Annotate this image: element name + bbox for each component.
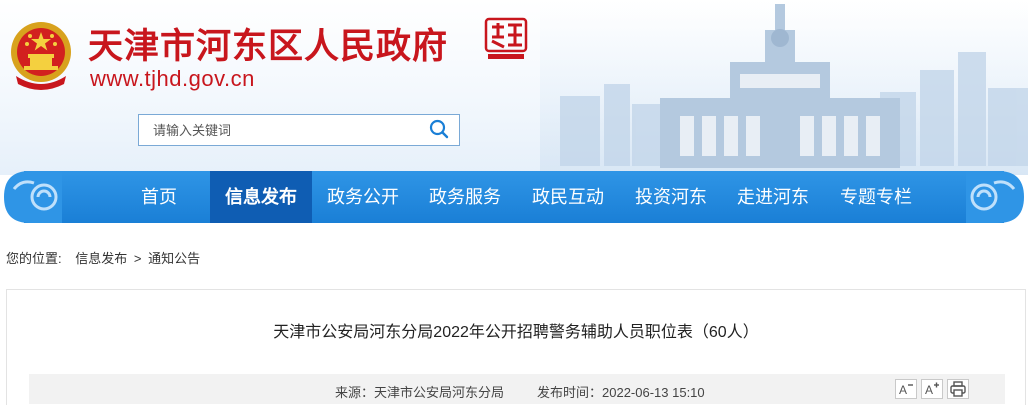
site-title[interactable]: 天津市河东区人民政府 (88, 18, 448, 69)
font-smaller-button[interactable]: A (895, 379, 917, 399)
breadcrumb-separator: > (133, 251, 142, 266)
tianjin-station-skyline-image (540, 0, 1028, 175)
svg-text:A: A (899, 383, 907, 397)
article-panel: 天津市公安局河东分局2022年公开招聘警务辅助人员职位表（60人） 来源：天津市… (6, 289, 1026, 405)
breadcrumb-link-notices[interactable]: 通知公告 (148, 251, 200, 266)
breadcrumb: 您的位置: 信息发布 > 通知公告 (6, 248, 200, 267)
national-emblem-icon (11, 22, 71, 90)
font-larger-button[interactable]: A (921, 379, 943, 399)
search-icon (429, 119, 449, 138)
site-url: www.tjhd.gov.cn (90, 66, 255, 91)
font-decrease-icon: A (899, 383, 913, 397)
breadcrumb-lead: 您的位置: (6, 251, 62, 266)
search-button[interactable] (425, 117, 453, 143)
cloud-ornament-left-icon (4, 171, 62, 223)
article-publish-time: 发布时间：2022-06-13 15:10 (537, 385, 705, 400)
printer-icon (950, 381, 966, 397)
nav-item-info-release[interactable]: 信息发布 (210, 171, 312, 223)
site-header: 天津市河东区人民政府 www.tjhd.gov.cn (0, 0, 1028, 175)
breadcrumb-link-info-release[interactable]: 信息发布 (75, 251, 127, 266)
nav-item-discover-hedong[interactable]: 走进河东 (722, 171, 824, 223)
print-button[interactable] (947, 379, 969, 399)
font-increase-icon: A (925, 382, 939, 397)
hedong-seal-logo (484, 17, 528, 59)
article-meta-bar: 来源：天津市公安局河东分局 发布时间：2022-06-13 15:10 A A (29, 374, 1005, 404)
search-input[interactable] (139, 115, 419, 145)
nav-item-invest-hedong[interactable]: 投资河东 (620, 171, 722, 223)
svg-text:A: A (925, 383, 933, 397)
article-source: 来源：天津市公安局河东分局 (335, 385, 505, 400)
nav-item-government-affairs[interactable]: 政务公开 (312, 171, 414, 223)
article-title: 天津市公安局河东分局2022年公开招聘警务辅助人员职位表（60人） (273, 324, 759, 341)
search-box (138, 114, 460, 146)
main-nav: 首页 信息发布 政务公开 政务服务 政民互动 投资河东 走进河东 专题专栏 (0, 171, 1028, 223)
cloud-ornament-right-icon (966, 171, 1024, 223)
nav-list: 首页 信息发布 政务公开 政务服务 政民互动 投资河东 走进河东 专题专栏 (108, 171, 928, 223)
nav-item-home[interactable]: 首页 (108, 171, 210, 223)
nav-item-special-topics[interactable]: 专题专栏 (824, 171, 928, 223)
nav-item-public-interaction[interactable]: 政民互动 (516, 171, 620, 223)
nav-item-government-services[interactable]: 政务服务 (414, 171, 516, 223)
